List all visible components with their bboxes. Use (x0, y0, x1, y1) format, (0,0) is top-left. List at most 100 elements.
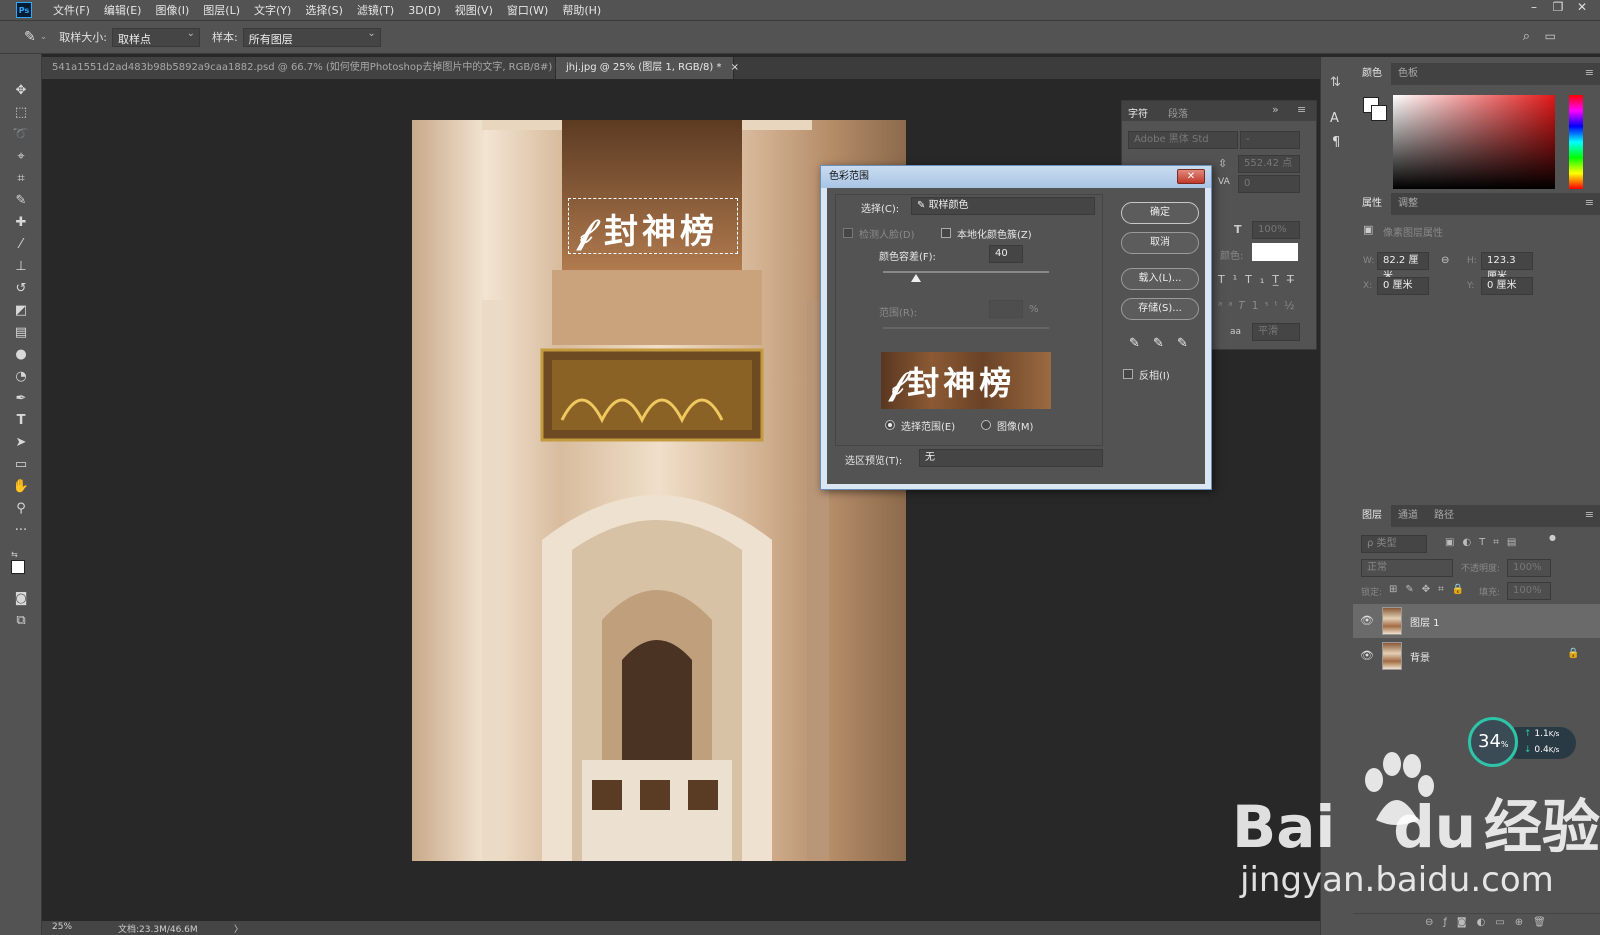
character-panel-icon[interactable]: A (1330, 111, 1339, 126)
path-select-icon[interactable]: ➤ (11, 434, 31, 452)
tab-adjustments[interactable]: 调整 (1389, 193, 1427, 215)
zoom-level[interactable]: 25% (52, 922, 72, 932)
eyedropper-tool-icon[interactable]: ✎ (24, 29, 36, 45)
layer-filter-icons[interactable]: ▣◐T⌗▤ (1445, 537, 1524, 548)
gradient-tool-icon[interactable]: ▤ (11, 324, 31, 342)
move-tool-icon[interactable]: ✥ (11, 82, 31, 100)
layer-row[interactable]: 👁 背景 🔒 (1353, 639, 1600, 673)
font-family-select[interactable]: Adobe 黑体 Std (1128, 131, 1238, 149)
visibility-eye-icon[interactable]: 👁 (1360, 614, 1374, 627)
menu-edit[interactable]: 编辑(E) (97, 2, 149, 18)
range-slider-track[interactable] (883, 327, 1049, 329)
dodge-tool-icon[interactable]: ◔ (11, 368, 31, 386)
minimize-icon[interactable]: – (1522, 0, 1546, 14)
pen-tool-icon[interactable]: ✒ (11, 390, 31, 408)
text-color-swatch[interactable] (1252, 243, 1298, 261)
screen-mode-icon[interactable]: ⧉ (11, 612, 31, 630)
selection-radio[interactable] (885, 420, 895, 430)
tab-paths[interactable]: 路径 (1425, 505, 1463, 527)
tool-preset-chevron-icon[interactable]: ⌄ (40, 32, 48, 42)
history-panel-icon[interactable]: ⇅ (1330, 75, 1341, 90)
layer-name[interactable]: 背景 (1410, 649, 1430, 664)
swap-colors-icon[interactable]: ⇆ (11, 550, 18, 559)
history-brush-icon[interactable]: ↺ (11, 280, 31, 298)
eraser-tool-icon[interactable]: ◩ (11, 302, 31, 320)
visibility-eye-icon[interactable]: 👁 (1360, 649, 1374, 662)
ok-button[interactable]: 确定 (1121, 202, 1199, 224)
tab-properties[interactable]: 属性 (1353, 193, 1391, 215)
tab-close-icon[interactable]: × (731, 62, 739, 73)
clone-stamp-icon[interactable]: ⊥ (11, 258, 31, 276)
antialias-select[interactable]: 平滑 (1252, 323, 1300, 341)
fuzziness-input[interactable]: 40 (989, 245, 1023, 263)
tracking-field[interactable]: 0 (1238, 175, 1300, 193)
zoom-tool-icon[interactable]: ⚲ (11, 500, 31, 518)
close-icon[interactable]: ✕ (1570, 0, 1594, 14)
quick-select-tool-icon[interactable]: ⌖ (11, 148, 31, 166)
blend-mode-select[interactable]: 正常 (1361, 559, 1453, 577)
workspace-icon[interactable]: ▭ (1545, 29, 1556, 43)
eyedropper-add-icon[interactable]: ✎ (1153, 336, 1164, 351)
menu-type[interactable]: 文字(Y) (247, 2, 298, 18)
status-arrow-icon[interactable]: 〉 (234, 922, 243, 935)
menu-filter[interactable]: 滤镜(T) (350, 2, 401, 18)
tab-layers[interactable]: 图层 (1353, 505, 1391, 527)
menu-file[interactable]: 文件(F) (46, 2, 97, 18)
tab-paragraph[interactable]: 段落 (1168, 105, 1188, 120)
invert-checkbox[interactable] (1123, 369, 1133, 379)
type-tool-icon[interactable]: T (11, 412, 31, 430)
collapse-icon[interactable]: » (1272, 103, 1279, 116)
menu-view[interactable]: 视图(V) (448, 2, 500, 18)
bg-color-chip[interactable] (1371, 105, 1387, 121)
menu-window[interactable]: 窗口(W) (500, 2, 555, 18)
menu-3d[interactable]: 3D(D) (401, 4, 448, 17)
select-dropdown[interactable]: ✎ 取样颜色 (911, 197, 1095, 215)
width-field[interactable]: 82.2 厘米 (1377, 252, 1429, 282)
layer-name[interactable]: 图层 1 (1410, 614, 1440, 629)
healing-brush-icon[interactable]: ✚ (11, 214, 31, 232)
layers-footer-icons[interactable]: ⊖ƒ◙◐▭⊕🗑 (1425, 917, 1556, 928)
eyedropper-icon[interactable]: ✎ (11, 192, 31, 210)
layer-kind-filter[interactable]: ρ 类型 (1361, 535, 1427, 553)
eyedropper-sample-icon[interactable]: ✎ (1129, 336, 1140, 351)
tab-document-jhj[interactable]: jhj.jpg @ 25% (图层 1, RGB/8) * × (556, 57, 739, 79)
brush-tool-icon[interactable]: ⁄ (11, 236, 31, 254)
range-input[interactable] (989, 300, 1023, 318)
tab-color[interactable]: 颜色 (1353, 63, 1391, 85)
color-picker-field[interactable] (1393, 95, 1555, 189)
blur-tool-icon[interactable]: ● (11, 346, 31, 364)
detect-faces-checkbox[interactable] (843, 228, 853, 238)
fuzziness-slider-track[interactable] (883, 271, 1049, 273)
image-radio[interactable] (981, 420, 991, 430)
fill-field[interactable]: 100% (1507, 582, 1551, 600)
layer-row[interactable]: 👁 图层 1 (1353, 604, 1600, 638)
y-field[interactable]: 0 厘米 (1481, 277, 1533, 295)
panel-menu-icon[interactable]: ≡ (1297, 103, 1306, 116)
tab-swatches[interactable]: 色板 (1389, 63, 1427, 85)
selection-preview-select[interactable]: 无 (919, 449, 1103, 467)
menu-help[interactable]: 帮助(H) (555, 2, 608, 18)
opacity-field[interactable]: 100% (1507, 559, 1551, 577)
color-panel-menu-icon[interactable]: ≡ (1585, 66, 1594, 79)
properties-menu-icon[interactable]: ≡ (1585, 196, 1594, 209)
menu-layer[interactable]: 图层(L) (196, 2, 247, 18)
height-field[interactable]: 123.3 厘米 (1481, 252, 1533, 282)
hand-tool-icon[interactable]: ✋ (11, 478, 31, 496)
font-style-select[interactable]: - (1240, 131, 1300, 149)
menu-image[interactable]: 图像(I) (148, 2, 196, 18)
lock-icons[interactable]: ⊞✎✥⌗🔒 (1389, 584, 1472, 595)
tab-channels[interactable]: 通道 (1389, 505, 1427, 527)
tab-document-psd[interactable]: 541a1551d2ad483b98b5892a9caa1882.psd @ 6… (42, 57, 578, 79)
link-icon[interactable]: ⊖ (1441, 255, 1449, 266)
filter-toggle-icon[interactable]: ● (1549, 533, 1556, 542)
foreground-color-swatch[interactable] (11, 560, 25, 574)
leading-field[interactable]: 552.42 点 (1238, 155, 1300, 173)
load-button[interactable]: 载入(L)... (1121, 268, 1199, 290)
text-style-buttons[interactable]: T¹T₁T̲T̶ (1218, 273, 1302, 286)
scale-field[interactable]: 100% (1252, 221, 1300, 239)
lasso-tool-icon[interactable]: ➰ (11, 126, 31, 144)
sample-select[interactable]: 所有图层 (242, 27, 381, 47)
more-tools-icon[interactable]: ··· (11, 522, 31, 540)
search-icon[interactable]: ⌕ (1523, 29, 1530, 44)
fuzziness-slider-thumb[interactable] (911, 274, 922, 282)
